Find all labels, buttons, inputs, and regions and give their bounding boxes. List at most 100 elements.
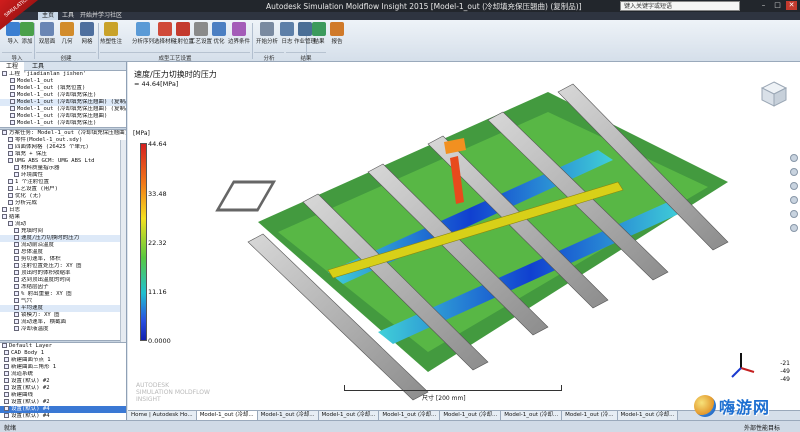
study-tree-item[interactable]: 四面体网格 (26425 个单元) xyxy=(0,144,126,151)
study-tree-item[interactable]: 分析完成 xyxy=(0,200,126,207)
project-tree-item[interactable]: Model-1_out (冷却填充保压) xyxy=(0,120,126,127)
study-tree-item[interactable]: 方案任务: Model-1_out (冷却填充保压翘曲) xyxy=(0,130,126,137)
tree-item-label: 零件(Model-1_out.sdy) xyxy=(15,137,83,143)
document-tab[interactable]: Model-1_out (冷却... xyxy=(257,411,319,420)
site-logo: 嗨游网 xyxy=(694,392,800,420)
study-tree-item[interactable]: 流动 xyxy=(0,221,126,228)
project-tree-item[interactable]: Model-1_out xyxy=(0,78,126,85)
mesh-button[interactable]: 网格 xyxy=(76,22,98,45)
layer-item[interactable]: 设置(默认) #2 xyxy=(0,399,126,406)
study-tree-item[interactable]: 流动前沿温度 xyxy=(0,242,126,249)
study-tree-item[interactable]: 1 个注射位置 xyxy=(0,179,126,186)
tab-tools[interactable]: 工具 xyxy=(58,12,78,20)
tree-item-label: Model-1_out (冷却填充保压) xyxy=(17,92,97,98)
project-tree-item[interactable]: 工程 'jiadianlan jishen' xyxy=(0,71,126,78)
study-tree-item[interactable]: 冷却液温度 xyxy=(0,326,126,333)
boundary-button[interactable]: 边界条件 xyxy=(228,22,250,45)
study-tree-item[interactable]: 结果 xyxy=(0,214,126,221)
layer-item[interactable]: 设置(默认) #2 xyxy=(0,385,126,392)
tab-community[interactable]: 社区 xyxy=(106,12,126,20)
molding-button[interactable]: 热塑性注塑成型 xyxy=(100,22,122,45)
study-tree-item[interactable]: 锁模力: XY 图 xyxy=(0,312,126,319)
study-icon xyxy=(10,120,15,125)
tab-project[interactable]: 工程 xyxy=(0,62,25,71)
scale-bar xyxy=(344,385,562,391)
layer-item[interactable]: 设置(默认) #2 xyxy=(0,378,126,385)
maximize-icon[interactable]: □ xyxy=(772,1,783,10)
zoom-extents-icon[interactable] xyxy=(790,210,798,218)
project-tree-item[interactable]: Model-1_out (冷却填充保压) xyxy=(0,92,126,99)
study-tree-item[interactable]: 填充 + 保压 xyxy=(0,151,126,158)
study-tree-item[interactable]: 冻结层因子 xyxy=(0,284,126,291)
study-tree-item[interactable]: 环境属性 xyxy=(0,172,126,179)
tree-item-label: 四面体网格 (26425 个单元) xyxy=(15,144,89,150)
layer-item[interactable]: 设置(默认) #4 xyxy=(0,406,126,413)
document-tab[interactable]: Model-1_out (冷却... xyxy=(318,411,380,420)
study-tree-scrollbar[interactable] xyxy=(120,140,126,342)
layer-item[interactable]: 设置(默认) #4 xyxy=(0,413,126,419)
study-tree-item[interactable]: 工艺设置 (用户) xyxy=(0,186,126,193)
layer-item[interactable]: Default Layer xyxy=(0,343,126,350)
study-tree-item[interactable]: 速度/压力切换时的压力 xyxy=(0,235,126,242)
add-button[interactable]: 添加 xyxy=(16,22,38,45)
orbit-icon[interactable] xyxy=(790,182,798,190)
optimize-button[interactable]: 优化 xyxy=(208,22,230,45)
layer-item[interactable]: CAD Body 1 xyxy=(0,350,126,357)
study-tree-item[interactable]: 总体温度 xyxy=(0,249,126,256)
study-icon xyxy=(10,78,15,83)
study-tree-item[interactable]: 优化 (无) xyxy=(0,193,126,200)
layer-item[interactable]: 新建曲线 xyxy=(0,392,126,399)
project-tree-item[interactable]: Model-1_out (冷却填充保压翘曲) (复制品) xyxy=(0,106,126,113)
document-tab[interactable]: Model-1_out (冷却... xyxy=(501,411,563,420)
model-viewport[interactable]: 速度/压力切换时的压力 = 44.64[MPa] [MPa] 44.64 33.… xyxy=(128,62,800,410)
tab-home[interactable]: 主页 xyxy=(38,12,59,20)
geometry-button[interactable]: 几何 xyxy=(56,22,78,45)
dual-surface-icon xyxy=(40,22,54,36)
zoom-icon[interactable] xyxy=(790,168,798,176)
look-icon[interactable] xyxy=(790,196,798,204)
document-tab[interactable]: Model-1_out (冷却... xyxy=(379,411,441,420)
minimize-icon[interactable]: – xyxy=(758,1,769,10)
document-tab[interactable]: Model-1_out (冷却... xyxy=(196,411,258,420)
study-tree-item[interactable]: 零件(Model-1_out.sdy) xyxy=(0,137,126,144)
add-icon xyxy=(20,22,34,36)
study-tree-item[interactable]: % 射出重量: XY 图 xyxy=(0,291,126,298)
tree-node-icon xyxy=(14,284,19,289)
study-tree-item[interactable]: 流动速率, 横截面 xyxy=(0,319,126,326)
study-tree-item[interactable]: 剪切速率, 体积 xyxy=(0,256,126,263)
tree-node-icon xyxy=(14,270,19,275)
walk-icon[interactable] xyxy=(790,224,798,232)
tree-item-label: Model-1_out (填充位置) xyxy=(17,85,86,91)
project-tree-item[interactable]: Model-1_out (冷却填充保压翘曲) (复制品) xyxy=(0,99,126,106)
project-tree-item[interactable]: Model-1_out (填充位置) xyxy=(0,85,126,92)
study-tree-item[interactable]: 注射位置处压力: XY 图 xyxy=(0,263,126,270)
study-tree-item[interactable]: 日志 xyxy=(0,207,126,214)
help-search-input[interactable]: 键入关键字或短语 xyxy=(620,1,740,11)
layer-item[interactable]: 新建曲面三角形 1 xyxy=(0,364,126,371)
document-tab[interactable]: Model-1_out (冷... xyxy=(562,411,618,420)
tree-node-icon xyxy=(14,305,19,310)
study-tree-item[interactable]: 平均速度 xyxy=(0,305,126,312)
dual-surface-button[interactable]: 双层面 xyxy=(36,22,58,45)
study-tree-item[interactable]: 达到顶出温度的时间 xyxy=(0,277,126,284)
pan-icon[interactable] xyxy=(790,154,798,162)
tree-item-label: 流动前沿温度 xyxy=(21,242,55,248)
study-tree-item[interactable]: UMG ABS GCM: UMG ABS Ltd xyxy=(0,158,126,165)
document-tab[interactable]: Model-1_out (冷却... xyxy=(617,411,679,420)
layer-item[interactable]: 新建曲面节点 1 xyxy=(0,357,126,364)
document-tab[interactable]: Home | Autodesk Ho... xyxy=(128,411,197,420)
sequence-button[interactable]: 分析序列 xyxy=(132,22,154,45)
study-tree-item[interactable]: 气穴 xyxy=(0,298,126,305)
tab-tools-panel[interactable]: 工具 xyxy=(26,62,50,71)
start-analysis-button[interactable]: 开始分析 xyxy=(256,22,278,45)
project-tree-item[interactable]: Model-1_out (冷却填充保压翘曲) xyxy=(0,113,126,120)
close-icon[interactable]: ✕ xyxy=(786,1,797,10)
study-tree-item[interactable]: 顶出时的体积收缩率 xyxy=(0,270,126,277)
study-tree-item[interactable]: 充填时间 xyxy=(0,228,126,235)
report-button[interactable]: 报告 xyxy=(326,22,348,45)
study-tree-item[interactable]: 材料质量指示器 xyxy=(0,165,126,172)
viewcube-icon[interactable] xyxy=(760,80,788,108)
layer-item[interactable]: 流道系统 xyxy=(0,371,126,378)
document-tab[interactable]: Model-1_out (冷却... xyxy=(440,411,502,420)
tree-item-label: 填充 + 保压 xyxy=(15,151,47,157)
